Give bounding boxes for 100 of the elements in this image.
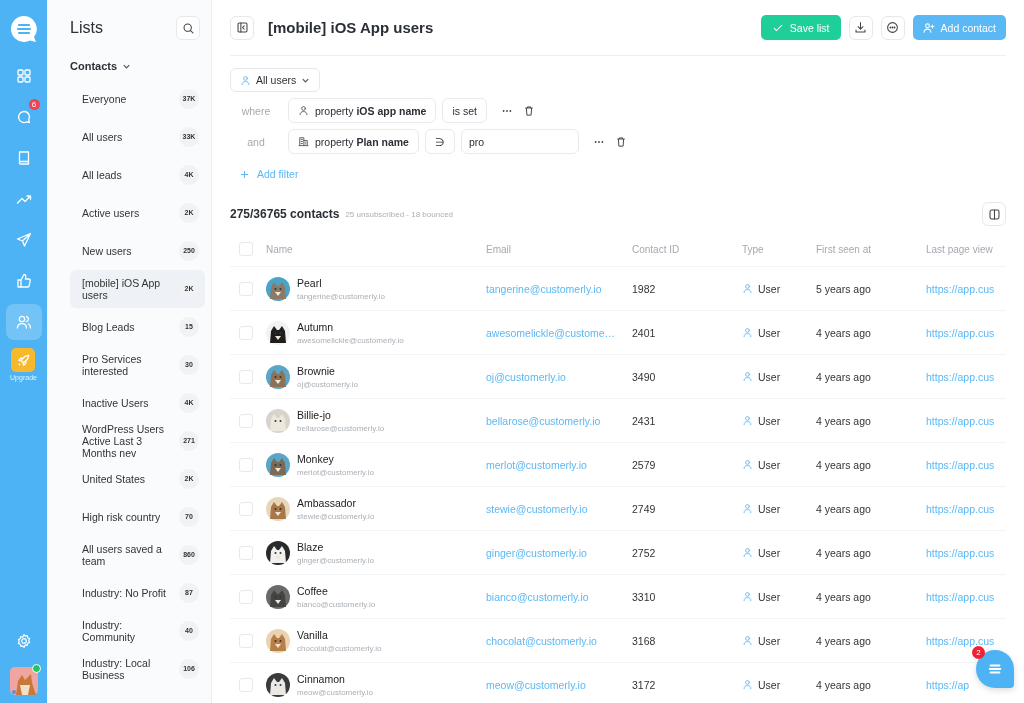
contact-email: chocolat@customerly.io bbox=[297, 643, 382, 653]
list-label: All leads bbox=[82, 169, 123, 181]
building-icon bbox=[298, 136, 309, 147]
more-icon bbox=[886, 21, 900, 34]
contact-id: 3168 bbox=[632, 634, 657, 647]
contact-type: User bbox=[758, 458, 781, 471]
user-icon bbox=[742, 283, 753, 294]
contact-type: User bbox=[758, 370, 781, 383]
contact-type: User bbox=[758, 634, 781, 647]
first-seen: 4 years ago bbox=[816, 546, 872, 559]
list-label: All users bbox=[82, 131, 124, 143]
value-field[interactable]: pro bbox=[460, 129, 579, 154]
grid-icon bbox=[15, 68, 32, 84]
notification-badge: 2 bbox=[972, 646, 985, 659]
contact-name[interactable]: Autumn bbox=[297, 320, 404, 333]
contact-name[interactable]: Brownie bbox=[297, 364, 358, 377]
user-icon bbox=[742, 327, 753, 338]
first-seen: 4 years ago bbox=[816, 414, 872, 427]
operator-chip[interactable]: is set bbox=[442, 98, 487, 123]
rail-users-button[interactable] bbox=[5, 304, 42, 340]
list-label: Active users bbox=[82, 207, 141, 219]
first-seen: 4 years ago bbox=[816, 590, 872, 603]
contact-email: tangerine@customerly.io bbox=[297, 291, 385, 301]
first-seen: 4 years ago bbox=[816, 326, 872, 339]
download-icon bbox=[854, 21, 868, 34]
filter-connector: and bbox=[246, 135, 266, 148]
contact-email: ginger@customerly.io bbox=[297, 555, 374, 565]
chat-launcher-button[interactable] bbox=[976, 650, 1014, 688]
contacts-detail: 25 unsubscribed - 18 bounced bbox=[345, 209, 454, 219]
user-icon bbox=[742, 371, 753, 382]
logo-icon[interactable] bbox=[8, 14, 39, 44]
contact-name[interactable]: Coffee bbox=[297, 584, 376, 597]
user-icon bbox=[240, 74, 251, 86]
row-checkbox[interactable] bbox=[239, 325, 253, 340]
first-seen: 4 years ago bbox=[816, 678, 872, 691]
list-label: Industry: Local Business bbox=[82, 657, 152, 681]
panel-title: Lists bbox=[70, 19, 103, 37]
row-checkbox[interactable] bbox=[239, 281, 253, 296]
first-seen: 5 years ago bbox=[816, 282, 872, 295]
list-label: United States bbox=[82, 473, 147, 485]
notification-badge: 6 bbox=[28, 99, 40, 110]
plus-icon bbox=[240, 169, 249, 179]
sidebar-toggle-button[interactable] bbox=[230, 15, 254, 40]
download-button[interactable] bbox=[848, 15, 873, 40]
row-checkbox[interactable] bbox=[239, 589, 253, 604]
row-checkbox[interactable] bbox=[239, 633, 253, 648]
contact-email: stewie@customerly.io bbox=[297, 511, 375, 521]
contact-name[interactable]: Monkey bbox=[297, 452, 374, 465]
contact-type: User bbox=[758, 414, 781, 427]
row-checkbox[interactable] bbox=[239, 369, 253, 384]
row-checkbox[interactable] bbox=[239, 413, 253, 428]
row-checkbox[interactable] bbox=[239, 501, 253, 516]
chat-icon bbox=[15, 109, 32, 125]
list-label: Inactive Users bbox=[82, 397, 150, 409]
contact-id: 2749 bbox=[632, 502, 657, 515]
contact-type: User bbox=[758, 502, 781, 515]
contact-type: User bbox=[758, 282, 781, 295]
rocket-icon bbox=[16, 352, 31, 368]
user-icon bbox=[742, 459, 753, 470]
contact-name[interactable]: Cinnamon bbox=[297, 672, 373, 685]
first-seen: 4 years ago bbox=[816, 458, 872, 471]
list-label: [mobile] iOS App users bbox=[82, 277, 162, 301]
list-label: Everyone bbox=[82, 93, 128, 105]
contact-name[interactable]: Vanilla bbox=[297, 628, 382, 641]
user-icon bbox=[742, 547, 753, 558]
contact-name[interactable]: Pearl bbox=[297, 276, 385, 289]
section-toggle[interactable]: Contacts bbox=[70, 60, 132, 72]
columns-button[interactable] bbox=[982, 202, 1006, 226]
user-icon bbox=[742, 415, 753, 426]
first-seen: 4 years ago bbox=[816, 502, 872, 515]
user-icon bbox=[742, 591, 753, 602]
delete-icon[interactable] bbox=[523, 104, 535, 117]
property-chip[interactable]: property iOS app name bbox=[288, 98, 437, 123]
contact-id: 2401 bbox=[632, 326, 657, 339]
delete-icon[interactable] bbox=[614, 135, 627, 148]
settings-icon[interactable] bbox=[15, 633, 32, 649]
contact-name[interactable]: Blaze bbox=[297, 540, 374, 553]
paper-plane-icon bbox=[15, 232, 32, 248]
more-button[interactable] bbox=[880, 15, 905, 40]
audience-dropdown[interactable]: All users bbox=[230, 68, 321, 92]
select-all-checkbox[interactable] bbox=[239, 242, 253, 256]
row-checkbox[interactable] bbox=[239, 677, 253, 692]
property-chip[interactable]: property Plan name bbox=[288, 129, 419, 154]
contact-name[interactable]: Ambassador bbox=[297, 496, 375, 509]
row-checkbox[interactable] bbox=[239, 457, 253, 472]
search-icon bbox=[181, 21, 195, 35]
search-button[interactable] bbox=[176, 16, 200, 40]
upgrade-button[interactable] bbox=[11, 348, 36, 372]
operator-chip[interactable]: ∋ bbox=[424, 129, 455, 154]
row-checkbox[interactable] bbox=[239, 545, 253, 560]
contact-type: User bbox=[758, 326, 781, 339]
contact-id: 2752 bbox=[632, 546, 657, 559]
contact-type: User bbox=[758, 678, 781, 691]
rail-chat-button[interactable]: 6 bbox=[5, 99, 42, 135]
contact-id: 2579 bbox=[632, 458, 657, 471]
list-label: All users saved a team bbox=[82, 543, 163, 567]
contact-email: bellarose@customerly.io bbox=[297, 423, 385, 433]
contact-email: merlot@customerly.io bbox=[297, 467, 374, 477]
contact-id: 3172 bbox=[632, 678, 657, 691]
contact-name[interactable]: Billie-jo bbox=[297, 408, 385, 421]
